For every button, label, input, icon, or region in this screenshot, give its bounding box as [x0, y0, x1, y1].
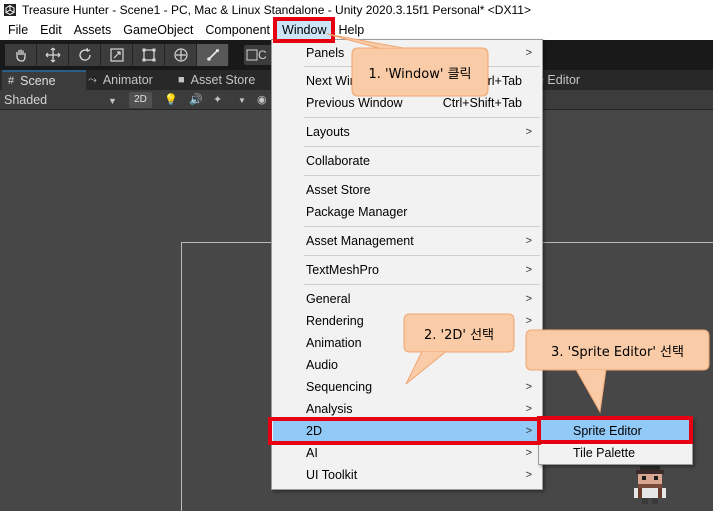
menu-item-label: Panels: [306, 46, 345, 60]
tab-scene[interactable]: # Scene: [2, 70, 86, 90]
menu-component[interactable]: Component: [199, 20, 276, 40]
move-tool-icon[interactable]: [37, 44, 69, 66]
menu-item-label: General: [306, 292, 351, 306]
transform-tools: [5, 44, 229, 66]
chevron-right-icon: >: [525, 469, 532, 481]
menu-item-textmeshpro[interactable]: TextMeshPro >: [273, 259, 541, 281]
unity-icon: [4, 4, 16, 16]
2d-mode-toggle[interactable]: 2D: [129, 92, 152, 108]
shopping-bag-icon: ■: [178, 74, 185, 86]
callout-step1-text: 1. 'Window' 클릭: [368, 66, 472, 82]
submenu-item-tile-palette[interactable]: Tile Palette: [540, 442, 691, 464]
menu-item-label: Sequencing: [306, 380, 373, 394]
menu-file[interactable]: File: [2, 20, 34, 40]
highlight-box-sprite-editor: [537, 416, 693, 444]
effects-icon[interactable]: ✦: [213, 93, 222, 106]
visibility-icon[interactable]: ◉: [257, 93, 267, 106]
tab-sprite-editor[interactable]: e Editor: [537, 70, 617, 90]
title-bar: Treasure Hunter - Scene1 - PC, Mac & Lin…: [0, 0, 713, 20]
menu-separator: [304, 146, 540, 147]
callout-step3: 3. 'Sprite Editor' 선택: [525, 329, 710, 414]
shading-mode-dropdown[interactable]: Shaded: [4, 90, 47, 110]
menu-window[interactable]: Window: [272, 17, 336, 43]
menu-assets[interactable]: Assets: [68, 20, 118, 40]
callout-step1: 1. 'Window' 클릭: [326, 33, 489, 97]
submenu-item-label: Tile Palette: [573, 446, 636, 460]
lighting-icon[interactable]: 💡: [164, 93, 178, 106]
callout-step2: 2. '2D' 선택: [403, 313, 515, 385]
menu-item-label: Previous Window: [306, 96, 403, 110]
menu-item-label: Asset Management: [306, 234, 414, 248]
menu-item-label: Layouts: [306, 125, 350, 139]
tab-sprite-editor-label: e Editor: [537, 73, 581, 87]
chevron-right-icon: >: [525, 447, 532, 459]
chevron-right-icon: >: [525, 126, 532, 138]
callout-step3-text: 3. 'Sprite Editor' 선택: [551, 344, 684, 360]
scene-grid-icon: #: [8, 75, 15, 87]
tab-asset-store[interactable]: ■ Asset Store: [176, 70, 271, 90]
menu-separator: [304, 255, 540, 256]
menu-gameobject[interactable]: GameObject: [117, 20, 199, 40]
scale-tool-icon[interactable]: [101, 44, 133, 66]
chevron-right-icon: >: [525, 293, 532, 305]
highlight-box-2d: [268, 417, 541, 445]
tab-asset-store-label: Asset Store: [190, 73, 256, 87]
menu-bar: File Edit Assets GameObject Component Wi…: [0, 17, 713, 43]
animator-icon: ⤳: [88, 73, 97, 86]
audio-icon[interactable]: 🔊: [189, 93, 203, 106]
menu-item-collaborate[interactable]: Collaborate: [273, 150, 541, 172]
menu-separator: [304, 284, 540, 285]
hand-tool-icon[interactable]: [5, 44, 37, 66]
chevron-down-icon[interactable]: ▼: [238, 96, 246, 105]
menu-separator: [304, 175, 540, 176]
player-sprite: [634, 466, 666, 504]
menu-separator: [304, 226, 540, 227]
chevron-right-icon: >: [525, 315, 532, 327]
menu-item-sequencing[interactable]: Sequencing >: [273, 376, 541, 398]
rect-tool-icon[interactable]: [133, 44, 165, 66]
tab-animator-label: Animator: [102, 73, 153, 87]
menu-item-asset-store[interactable]: Asset Store: [273, 179, 541, 201]
menu-item-audio[interactable]: Audio>: [273, 354, 541, 376]
menu-item-general[interactable]: General >: [273, 288, 541, 310]
rotate-tool-icon[interactable]: [69, 44, 101, 66]
chevron-right-icon: >: [525, 264, 532, 276]
chevron-down-icon: ▼: [108, 96, 117, 106]
callout-step2-text: 2. '2D' 선택: [423, 327, 495, 343]
window-title: Treasure Hunter - Scene1 - PC, Mac & Lin…: [22, 3, 531, 17]
menu-item-label: TextMeshPro: [306, 263, 379, 277]
pivot-toggle-button[interactable]: C: [244, 45, 274, 65]
chevron-right-icon: >: [525, 235, 532, 247]
menu-item-label: AI: [306, 446, 318, 460]
menu-item-label: UI Toolkit: [306, 468, 358, 482]
menu-item-label: Collaborate: [306, 154, 370, 168]
menu-item-asset-management[interactable]: Asset Management >: [273, 230, 541, 252]
menu-item-ui-toolkit[interactable]: UI Toolkit >: [273, 464, 541, 486]
tab-scene-label: Scene: [20, 74, 56, 88]
chevron-right-icon: >: [525, 47, 532, 59]
menu-item-label: Animation: [306, 336, 362, 350]
transform-tool-icon[interactable]: [165, 44, 197, 66]
menu-item-package-manager[interactable]: Package Manager: [273, 201, 541, 223]
menu-item-label: Analysis: [306, 402, 353, 416]
chevron-right-icon: >: [525, 381, 532, 393]
menu-item-label: Audio: [306, 358, 338, 372]
menu-edit[interactable]: Edit: [34, 20, 68, 40]
pivot-toggle-label: C: [258, 48, 267, 62]
pivot-icon: [246, 49, 258, 61]
menu-item-label: Asset Store: [306, 183, 371, 197]
tab-animator[interactable]: ⤳ Animator: [86, 70, 174, 90]
menu-item-ai[interactable]: AI >: [273, 442, 541, 464]
menu-separator: [304, 117, 540, 118]
menu-item-label: Package Manager: [306, 205, 408, 219]
menu-item-layouts[interactable]: Layouts >: [273, 121, 541, 143]
menu-item-label: Rendering: [306, 314, 364, 328]
custom-tool-icon[interactable]: [197, 44, 229, 66]
